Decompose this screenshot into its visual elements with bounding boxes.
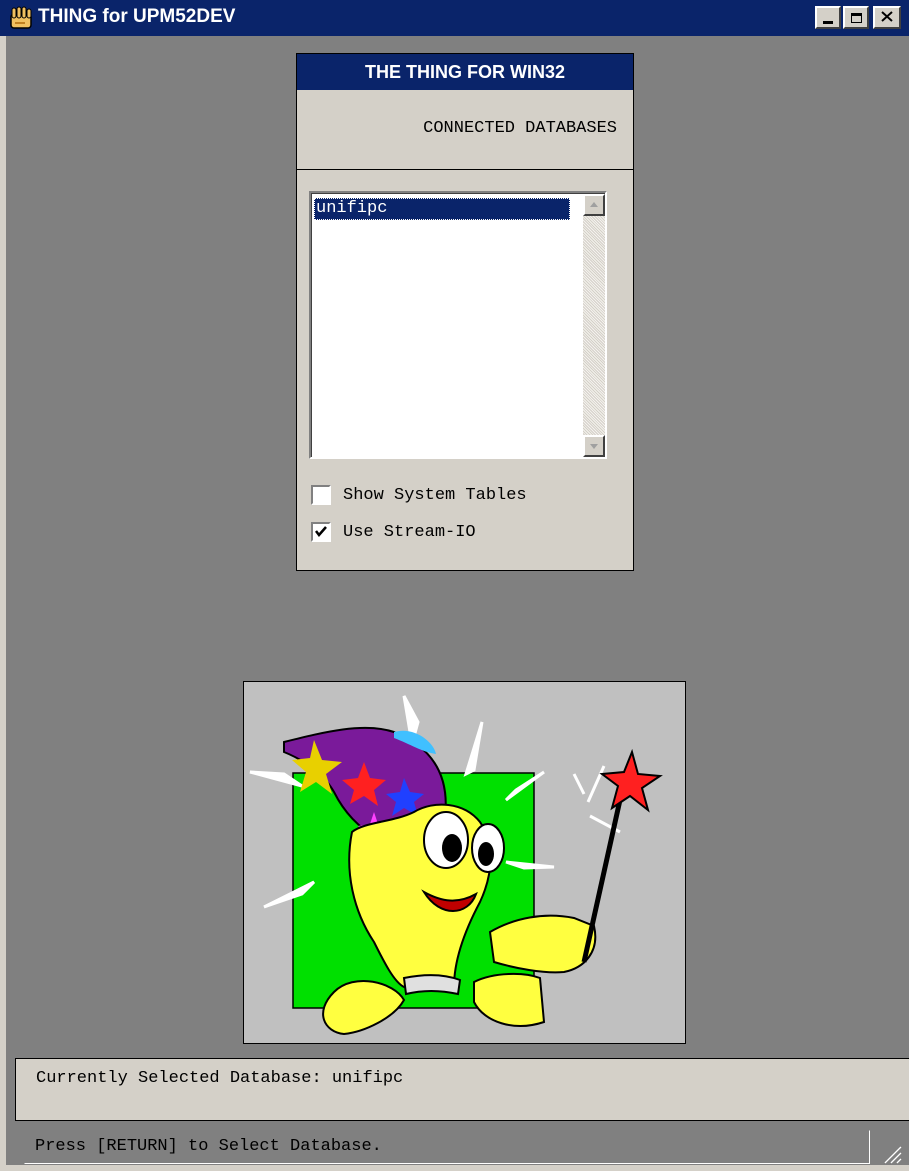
maximize-button[interactable] (843, 6, 869, 29)
show-system-tables-label[interactable]: Show System Tables (343, 486, 527, 505)
title-bar[interactable]: THING for UPM52DEV (0, 0, 909, 36)
current-database-text: Currently Selected Database: unifipc (36, 1069, 404, 1088)
current-database-panel: Currently Selected Database: unifipc (15, 1058, 909, 1121)
arrow-up-icon (585, 201, 603, 218)
use-stream-io-option[interactable]: Use Stream-IO (311, 520, 476, 544)
checkmark-icon (315, 526, 327, 537)
show-system-tables-option[interactable]: Show System Tables (311, 483, 527, 507)
app-fist-icon[interactable] (8, 6, 34, 30)
panel-header: THE THING FOR WIN32 (297, 54, 633, 90)
arrow-down-icon (585, 442, 603, 459)
wizard-picture (243, 681, 686, 1044)
scroll-up-button[interactable] (583, 194, 605, 216)
database-panel: THE THING FOR WIN32 CONNECTED DATABASES … (296, 53, 634, 571)
wizard-lightbulb-icon (249, 695, 663, 1036)
minimize-button[interactable] (815, 6, 841, 29)
panel-divider (297, 169, 633, 170)
use-stream-io-checkbox[interactable] (311, 522, 331, 542)
window-title: THING for UPM52DEV (38, 6, 236, 27)
close-icon (881, 9, 893, 27)
scroll-down-button[interactable] (583, 435, 605, 457)
list-item-unifipc[interactable]: unifipc (314, 198, 570, 220)
maximize-icon (850, 12, 862, 23)
status-bar: Press [RETURN] to Select Database. (24, 1130, 870, 1164)
close-button[interactable] (873, 6, 901, 29)
use-stream-io-label[interactable]: Use Stream-IO (343, 523, 476, 542)
status-hint-text: Press [RETURN] to Select Database. (35, 1137, 382, 1156)
vertical-scrollbar[interactable] (583, 194, 605, 457)
database-listbox[interactable]: unifipc (309, 191, 607, 459)
panel-subtitle: CONNECTED DATABASES (423, 119, 617, 138)
resize-grip-icon[interactable] (881, 1143, 903, 1165)
minimize-icon (823, 20, 833, 24)
show-system-tables-checkbox[interactable] (311, 485, 331, 505)
